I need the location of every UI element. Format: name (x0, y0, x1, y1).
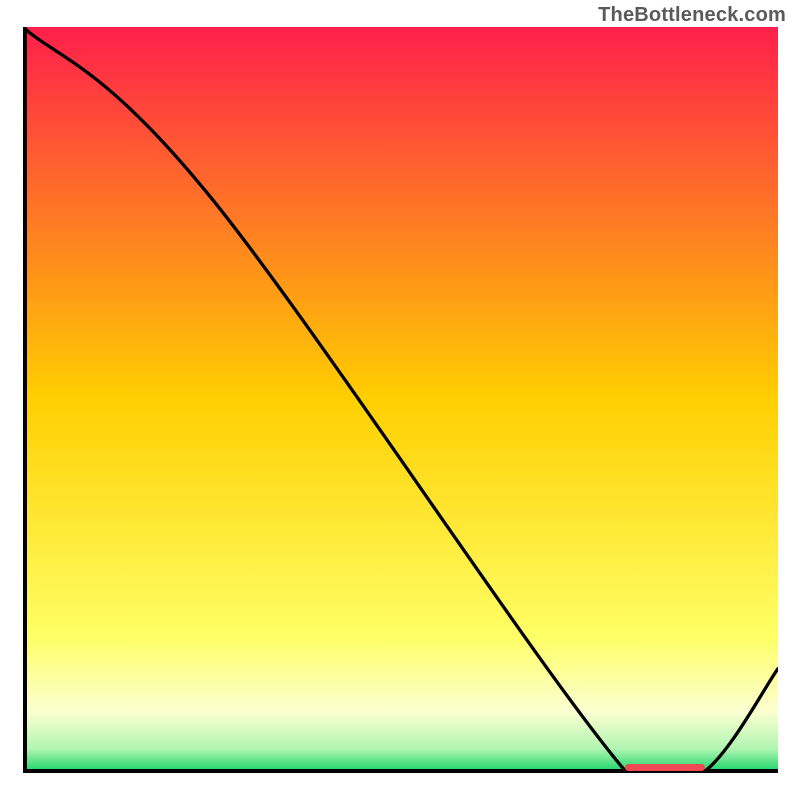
y-axis-line (23, 27, 27, 773)
chart-canvas: TheBottleneck.com (0, 0, 800, 800)
site-watermark: TheBottleneck.com (598, 4, 786, 27)
plot-area (23, 27, 778, 773)
gradient-bg (26, 27, 778, 771)
chart-svg (23, 27, 778, 773)
sweet-spot-marker (625, 764, 705, 771)
